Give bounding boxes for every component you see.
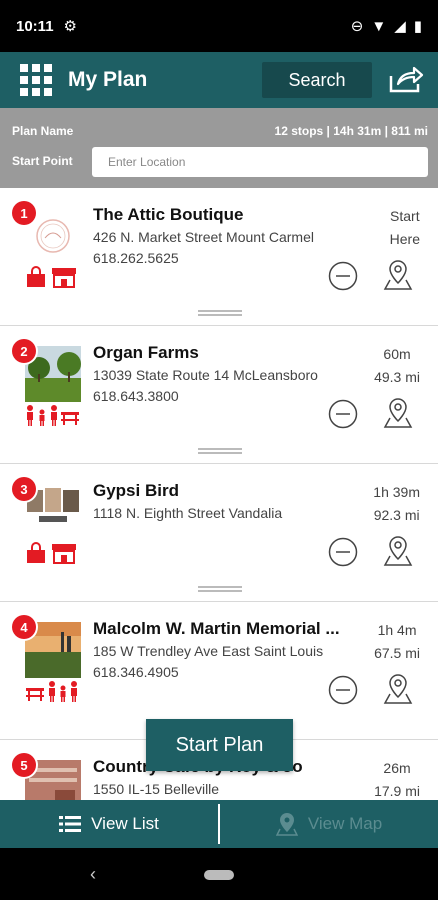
remove-stop-button[interactable]	[328, 261, 358, 291]
search-button[interactable]: Search	[262, 62, 372, 98]
home-pill-icon[interactable]	[204, 870, 234, 880]
stop-item[interactable]: 2 Organ Farms 13039 State Route 14 McLea…	[0, 326, 438, 464]
stop-travel-time: 26m	[383, 760, 411, 776]
stop-travel-time: 1h 4m	[377, 622, 417, 638]
stop-travel-time: 60m	[383, 346, 411, 362]
stop-address: 13039 State Route 14 McLeansboro	[93, 367, 318, 383]
drag-handle[interactable]	[198, 310, 242, 316]
stop-address: 185 W Trendley Ave East Saint Louis	[93, 643, 324, 659]
remove-stop-button[interactable]	[328, 537, 358, 567]
settings-gear-icon: ⚙	[63, 18, 77, 35]
tab-view-list[interactable]: View List	[0, 800, 218, 848]
signal-icon: ◢	[394, 18, 406, 35]
stop-travel-time: Start	[390, 208, 420, 224]
stop-travel-info: 1h 4m 67.5 mi	[374, 619, 420, 665]
stop-distance: Here	[389, 231, 420, 247]
stop-address: 1118 N. Eighth Street Vandalia	[93, 505, 283, 521]
share-icon[interactable]	[388, 64, 424, 94]
start-point-label: Start Point	[12, 154, 73, 168]
amenity-icons	[25, 404, 81, 426]
menu-grid-icon[interactable]	[20, 64, 52, 96]
plan-name-label: Plan Name	[12, 124, 74, 138]
map-pin-icon[interactable]	[383, 396, 413, 430]
status-bar: 10:11 ⚙ ⊖ ▼ ◢ ▮	[0, 0, 438, 52]
page-title: My Plan	[68, 68, 148, 91]
bottom-tab-bar: View List View Map	[0, 800, 438, 848]
remove-stop-button[interactable]	[328, 675, 358, 705]
system-nav-bar: ‹	[0, 848, 438, 900]
family-activities-icon	[26, 681, 77, 702]
stop-number-badge: 5	[12, 753, 36, 777]
app-bar: My Plan Search	[0, 52, 438, 108]
stop-name[interactable]: Malcolm W. Martin Memorial ...	[93, 619, 340, 639]
do-not-disturb-icon: ⊖	[350, 18, 364, 35]
start-plan-button[interactable]: Start Plan	[146, 719, 293, 771]
storefront-icon	[52, 544, 76, 564]
stop-number-badge: 3	[12, 477, 36, 501]
map-pin-icon[interactable]	[383, 258, 413, 292]
stop-phone[interactable]: 618.262.5625	[93, 250, 179, 266]
wifi-icon: ▼	[371, 17, 387, 35]
stop-number-badge: 2	[12, 339, 36, 363]
stop-distance: 67.5 mi	[374, 645, 420, 661]
stop-travel-info: 1h 39m 92.3 mi	[373, 481, 420, 527]
stop-number-badge: 4	[12, 615, 36, 639]
stop-travel-info: Start Here	[390, 205, 420, 251]
shopping-bag-icon	[27, 542, 45, 563]
map-marker-icon	[275, 813, 298, 836]
stop-number-badge: 1	[12, 201, 36, 225]
amenity-icons	[25, 680, 81, 702]
family-activities-icon	[27, 405, 79, 426]
stop-distance: 17.9 mi	[374, 783, 420, 799]
stop-distance: 49.3 mi	[374, 369, 420, 385]
drag-handle[interactable]	[198, 448, 242, 454]
stop-address: 426 N. Market Street Mount Carmel	[93, 229, 314, 245]
drag-handle[interactable]	[198, 586, 242, 592]
back-icon[interactable]: ‹	[90, 864, 96, 885]
stop-item[interactable]: 1 The Attic Boutique 426 N. Market Stree…	[0, 188, 438, 326]
stop-distance: 92.3 mi	[373, 507, 420, 523]
stop-name[interactable]: The Attic Boutique	[93, 205, 243, 225]
tab-view-map[interactable]: View Map	[220, 800, 438, 848]
status-time: 10:11	[16, 17, 54, 35]
plan-header: Plan Name 12 stops | 14h 31m | 811 mi St…	[0, 108, 438, 188]
stop-item[interactable]: 3 Gypsi Bird 1118 N. Eighth Street Vanda…	[0, 464, 438, 602]
stop-travel-info: 60m 49.3 mi	[374, 343, 420, 389]
map-pin-icon[interactable]	[383, 534, 413, 568]
battery-icon: ▮	[413, 18, 422, 35]
remove-stop-button[interactable]	[328, 399, 358, 429]
stop-travel-info: 26m 17.9 mi	[374, 757, 420, 800]
start-location-input[interactable]	[92, 147, 428, 177]
stop-name[interactable]: Organ Farms	[93, 343, 199, 363]
tab-view-list-label: View List	[91, 814, 159, 833]
map-pin-icon[interactable]	[383, 672, 413, 706]
amenity-icons	[25, 266, 77, 288]
shopping-bag-icon	[27, 266, 45, 287]
stop-address: 1550 IL-15 Belleville	[93, 781, 220, 797]
tab-view-map-label: View Map	[307, 814, 383, 833]
list-icon	[59, 816, 82, 832]
plan-summary: 12 stops | 14h 31m | 811 mi	[274, 124, 428, 138]
stop-phone[interactable]: 618.346.4905	[93, 664, 179, 680]
stop-travel-time: 1h 39m	[373, 484, 420, 500]
status-icons: ⊖ ▼ ◢ ▮	[350, 17, 422, 36]
storefront-icon	[52, 268, 76, 288]
stop-list: 1 The Attic Boutique 426 N. Market Stree…	[0, 188, 438, 800]
stop-phone[interactable]: 618.643.3800	[93, 388, 179, 404]
stop-name[interactable]: Gypsi Bird	[93, 481, 179, 501]
amenity-icons	[25, 542, 77, 564]
